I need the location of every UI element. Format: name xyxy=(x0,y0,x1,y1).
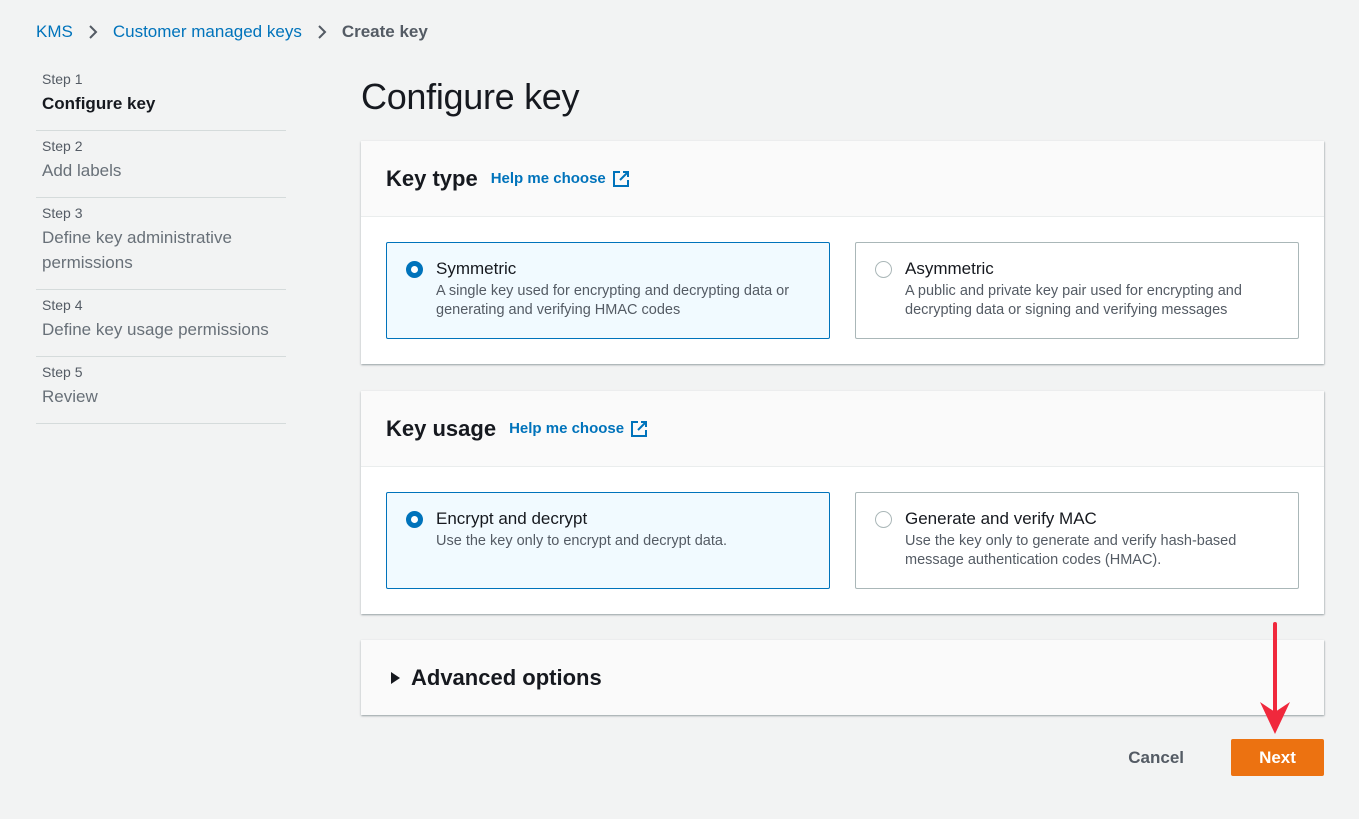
form-actions: Cancel Next xyxy=(1108,739,1324,776)
key-type-heading: Key type xyxy=(386,165,478,191)
step-title: Define key usage permissions xyxy=(42,320,269,339)
step-number: Step 1 xyxy=(42,71,83,87)
chevron-right-icon xyxy=(302,24,342,40)
key-usage-heading: Key usage xyxy=(386,415,497,441)
step-title: Review xyxy=(42,387,98,406)
option-description: Use the key only to generate and verify … xyxy=(905,533,1237,568)
panel-header: Key type Help me choose xyxy=(361,141,1324,217)
advanced-options-title: Advanced options xyxy=(411,664,602,690)
breadcrumb-current: Create key xyxy=(341,22,428,41)
breadcrumb-customer-managed-keys[interactable]: Customer managed keys xyxy=(113,22,302,42)
step-1: Step 1 Configure key xyxy=(36,64,286,131)
option-title: Asymmetric xyxy=(905,259,994,278)
breadcrumb-kms[interactable]: KMS xyxy=(36,22,73,42)
caret-right-icon xyxy=(391,671,400,684)
option-description: A public and private key pair used for e… xyxy=(905,283,1242,318)
step-number: Step 5 xyxy=(42,364,83,380)
page-title: Configure key xyxy=(361,76,580,117)
generate-verify-mac-option[interactable]: Generate and verify MAC Use the key only… xyxy=(855,492,1299,589)
advanced-options-expander[interactable]: Advanced options xyxy=(361,640,1324,715)
step-2: Step 2 Add labels xyxy=(36,131,286,198)
key-usage-panel: Key usage Help me choose Encrypt and dec… xyxy=(361,391,1324,614)
step-number: Step 3 xyxy=(42,205,83,221)
cancel-button[interactable]: Cancel xyxy=(1108,739,1204,776)
radio-button-selected[interactable] xyxy=(406,261,423,278)
option-title: Symmetric xyxy=(436,259,517,278)
panel-body: Symmetric A single key used for encrypti… xyxy=(361,217,1324,364)
option-description: Use the key only to encrypt and decrypt … xyxy=(436,533,727,549)
step-title: Define key administrative permissions xyxy=(42,228,232,272)
help-link-label: Help me choose xyxy=(490,170,606,187)
breadcrumb: KMS Customer managed keys Create key xyxy=(36,20,428,44)
step-4: Step 4 Define key usage permissions xyxy=(36,290,286,357)
external-link-icon xyxy=(631,420,648,437)
help-link-label: Help me choose xyxy=(509,420,625,437)
encrypt-decrypt-option[interactable]: Encrypt and decrypt Use the key only to … xyxy=(386,492,830,589)
annotation-arrow-icon xyxy=(1260,622,1290,734)
radio-button-selected[interactable] xyxy=(406,511,423,528)
next-button[interactable]: Next xyxy=(1231,739,1324,776)
asymmetric-option[interactable]: Asymmetric A public and private key pair… xyxy=(855,242,1299,339)
option-title: Encrypt and decrypt xyxy=(436,509,588,528)
wizard-steps: Step 1 Configure key Step 2 Add labels S… xyxy=(36,64,286,424)
key-usage-help-link[interactable]: Help me choose xyxy=(509,420,648,438)
symmetric-option[interactable]: Symmetric A single key used for encrypti… xyxy=(386,242,830,339)
step-3: Step 3 Define key administrative permiss… xyxy=(36,198,286,290)
step-number: Step 4 xyxy=(42,297,83,313)
panel-header: Key usage Help me choose xyxy=(361,391,1324,467)
chevron-right-icon xyxy=(73,24,113,40)
radio-button[interactable] xyxy=(875,261,892,278)
radio-button[interactable] xyxy=(875,511,892,528)
option-description: A single key used for encrypting and dec… xyxy=(436,283,790,318)
step-number: Step 2 xyxy=(42,138,83,154)
key-type-help-link[interactable]: Help me choose xyxy=(491,170,630,188)
external-link-icon xyxy=(612,170,629,187)
panel-body: Encrypt and decrypt Use the key only to … xyxy=(361,467,1324,614)
step-title: Configure key xyxy=(42,94,156,113)
step-5: Step 5 Review xyxy=(36,357,286,424)
option-title: Generate and verify MAC xyxy=(905,509,1097,528)
step-title: Add labels xyxy=(42,161,122,180)
key-type-panel: Key type Help me choose Symmetric A sing… xyxy=(361,141,1324,364)
